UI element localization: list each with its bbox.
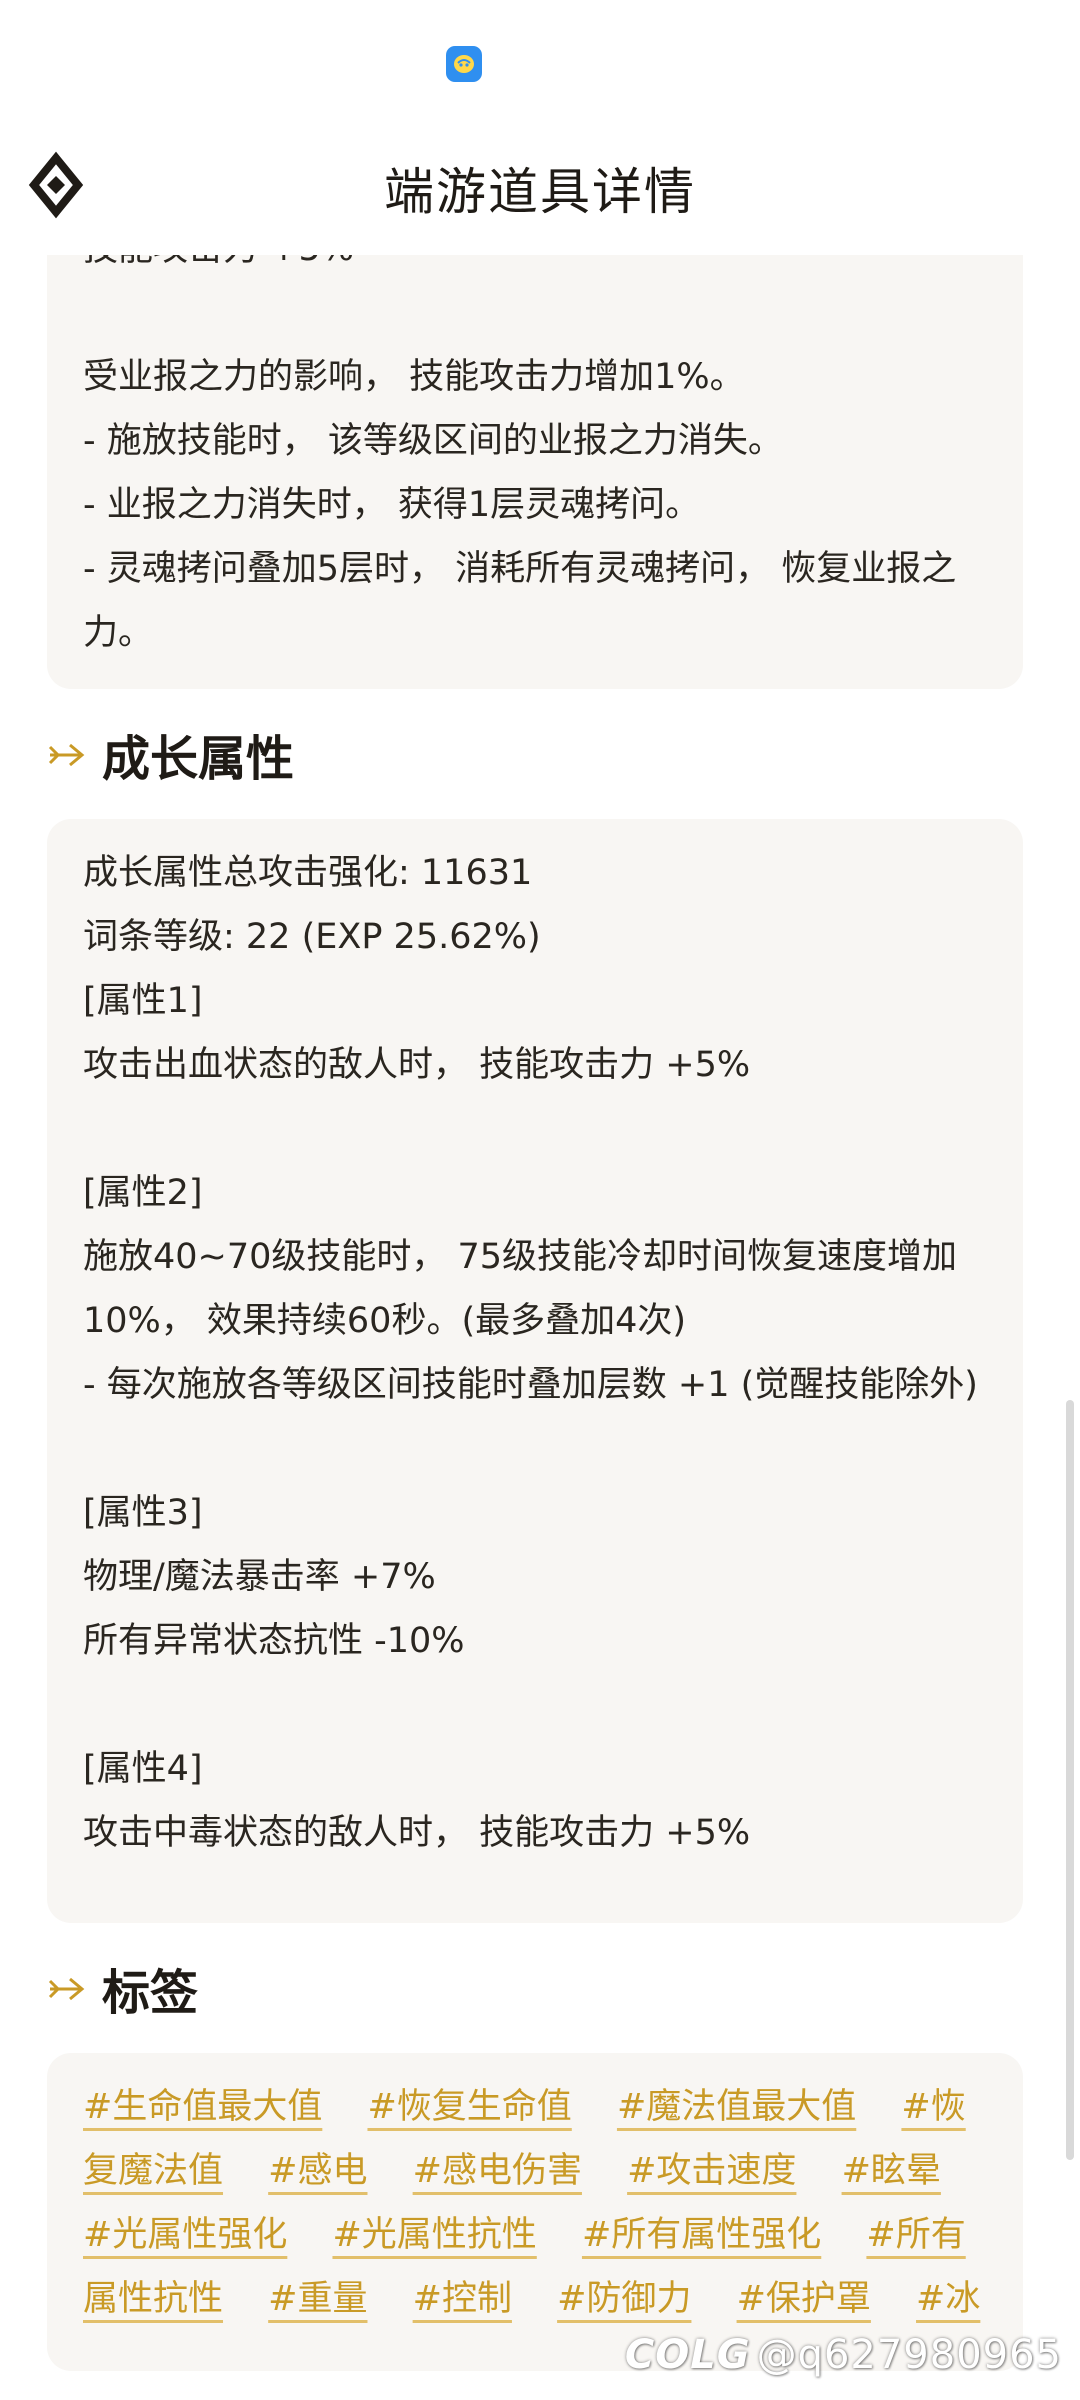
growth-line: 施放40~70级技能时， 75级技能冷却时间恢复速度增加 [83, 1237, 958, 1277]
growth-line: 所有异常状态抗性 -10% [83, 1621, 465, 1661]
effect-line: - 施放技能时， 该等级区间的业报之力消失。 [83, 421, 783, 461]
effect-line: - 灵魂拷问叠加5层时， 消耗所有灵魂拷问， 恢复业报之 [83, 549, 957, 589]
tags-section-header: 标签 [0, 1923, 1080, 2053]
effect-line: 技能攻击力 +5% [83, 255, 987, 281]
tag-link[interactable]: #魔法值最大值 [617, 2087, 856, 2127]
growth-line: [属性3] [83, 1493, 203, 1533]
tag-link[interactable]: #恢复生命值 [367, 2087, 571, 2127]
tag-link[interactable]: #生命值最大值 [83, 2087, 322, 2127]
status-bar [0, 0, 1080, 130]
tag-link[interactable]: #感电 [268, 2151, 367, 2191]
growth-line: 10%， 效果持续60秒。(最多叠加4次) [83, 1301, 687, 1341]
effect-line: 力。 [83, 613, 154, 653]
watermark-user: @q627980965 [756, 2332, 1062, 2378]
watermark-brand: COLG [624, 2332, 751, 2378]
scrollbar[interactable] [1066, 1400, 1074, 2160]
growth-line: 词条等级: 22 (EXP 25.62%) [83, 917, 541, 957]
tag-link[interactable]: #防御力 [557, 2279, 691, 2319]
tag-link[interactable]: #冰 [916, 2279, 980, 2319]
tag-link[interactable]: #所有属性强化 [582, 2215, 821, 2255]
tag-link[interactable]: #感电伤害 [413, 2151, 582, 2191]
effect-line [83, 281, 987, 345]
section-title: 标签 [102, 1965, 199, 2021]
growth-line: [属性1] [83, 981, 203, 1021]
page-title: 端游道具详情 [384, 163, 696, 221]
growth-section-header: 成长属性 [0, 689, 1080, 819]
top-app-bar: 端游道具详情 [0, 130, 1080, 255]
growth-line: [属性4] [83, 1749, 203, 1789]
effect-card: 技能攻击力 +5% 受业报之力的影响， 技能攻击力增加1%。 - 施放技能时， … [47, 255, 1023, 689]
tag-link[interactable]: #保护罩 [737, 2279, 871, 2319]
tag-link[interactable]: #光属性抗性 [332, 2215, 536, 2255]
tags-card: #生命值最大值 #恢复生命值 #魔法值最大值 #恢复魔法值 #感电 #感电伤害 … [47, 2053, 1023, 2371]
scroll-content[interactable]: 技能攻击力 +5% 受业报之力的影响， 技能攻击力增加1%。 - 施放技能时， … [0, 255, 1080, 2400]
growth-line: 攻击中毒状态的敌人时， 技能攻击力 +5% [83, 1813, 751, 1853]
arrow-feather-icon [46, 1969, 86, 2009]
growth-line: 成长属性总攻击强化: 11631 [83, 853, 533, 893]
growth-card: 成长属性总攻击强化: 11631 词条等级: 22 (EXP 25.62%) [… [47, 819, 1023, 1923]
tag-link[interactable]: #光属性强化 [83, 2215, 287, 2255]
tag-link[interactable]: #重量 [268, 2279, 367, 2319]
app-notification-icon [446, 46, 482, 82]
effect-line: 受业报之力的影响， 技能攻击力增加1%。 [83, 357, 745, 397]
growth-line [83, 1673, 987, 1737]
section-title: 成长属性 [102, 731, 295, 787]
tag-link[interactable]: #控制 [413, 2279, 512, 2319]
effect-line: - 业报之力消失时， 获得1层灵魂拷问。 [83, 485, 701, 525]
growth-line: 物理/魔法暴击率 +7% [83, 1557, 436, 1597]
growth-line [83, 1417, 987, 1481]
growth-line: - 每次施放各等级区间技能时叠加层数 +1 (觉醒技能除外) [83, 1365, 978, 1405]
app-screen: 端游道具详情 技能攻击力 +5% 受业报之力的影响， 技能攻击力增加1%。 - … [0, 0, 1080, 2400]
tag-link[interactable]: #攻击速度 [627, 2151, 796, 2191]
watermark: COLG @q627980965 [625, 2332, 1062, 2378]
tag-list: #生命值最大值 #恢复生命值 #魔法值最大值 #恢复魔法值 #感电 #感电伤害 … [83, 2075, 987, 2331]
growth-line [83, 1097, 987, 1161]
tag-link[interactable]: #眩晕 [842, 2151, 941, 2191]
growth-line: 攻击出血状态的敌人时， 技能攻击力 +5% [83, 1045, 751, 1085]
growth-line: [属性2] [83, 1173, 203, 1213]
arrow-feather-icon [46, 735, 86, 775]
